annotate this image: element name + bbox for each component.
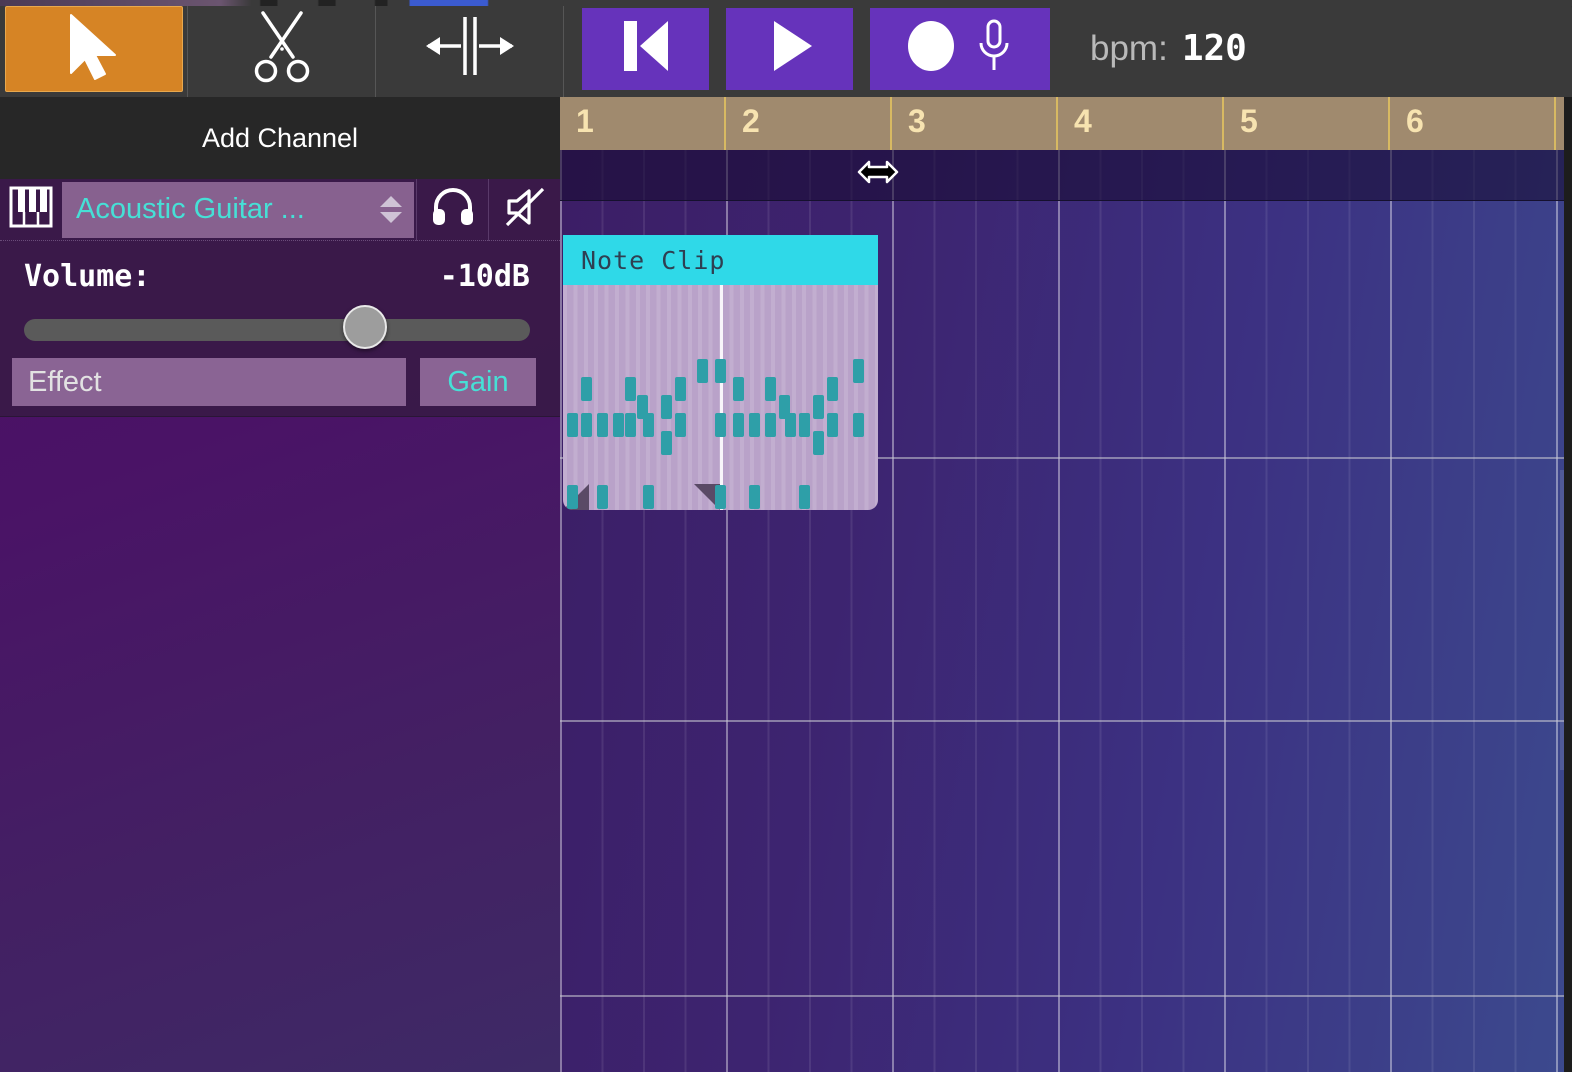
play-icon	[762, 16, 818, 81]
note-block[interactable]	[799, 413, 810, 437]
bpm-value: 120	[1181, 28, 1247, 69]
note-block[interactable]	[661, 431, 672, 455]
microphone-icon	[972, 16, 1016, 81]
volume-slider[interactable]	[0, 294, 560, 350]
toolbar: bpm: 120	[0, 0, 1572, 97]
gain-button[interactable]: Gain	[420, 358, 536, 406]
bpm-label: bpm:	[1090, 29, 1168, 68]
note-block[interactable]	[643, 413, 654, 437]
ruler-bar-5[interactable]: 5	[1224, 97, 1390, 150]
note-clip[interactable]: Note Clip	[563, 235, 878, 510]
effect-field-value: Effect	[28, 365, 102, 398]
tool-group	[0, 0, 564, 97]
note-block[interactable]	[799, 485, 810, 509]
track-divider	[560, 720, 1572, 722]
channel-strip: Acoustic Guitar ... Volume: -10dB Effect…	[0, 178, 560, 417]
note-block[interactable]	[827, 413, 838, 437]
resize-tool-button[interactable]	[376, 0, 564, 97]
instrument-select-value: Acoustic Guitar ...	[76, 193, 305, 225]
note-block[interactable]	[749, 485, 760, 509]
volume-label: Volume:	[24, 259, 151, 294]
pointer-tool-button[interactable]	[0, 0, 188, 97]
pointer-icon	[63, 11, 125, 86]
window-right-edge	[1564, 0, 1572, 1072]
note-block[interactable]	[581, 377, 592, 401]
timeline-lanes[interactable]: Note Clip	[560, 150, 1572, 1072]
note-clip-body[interactable]	[563, 285, 878, 510]
rewind-button[interactable]	[582, 7, 709, 90]
volume-value: -10dB	[439, 259, 530, 294]
ruler-bar-1[interactable]: 1	[560, 97, 726, 150]
note-block[interactable]	[749, 413, 760, 437]
ruler-bar-4[interactable]: 4	[1058, 97, 1224, 150]
mute-button[interactable]	[488, 178, 560, 241]
note-block[interactable]	[581, 413, 592, 437]
note-block[interactable]	[715, 413, 726, 437]
volume-row: Volume: -10dB	[0, 241, 560, 294]
window-chrome-peek	[0, 0, 1572, 6]
volume-slider-knob[interactable]	[342, 305, 387, 349]
note-block[interactable]	[715, 485, 726, 509]
note-block[interactable]	[733, 413, 744, 437]
note-block[interactable]	[813, 395, 824, 419]
solo-button[interactable]	[416, 178, 488, 241]
note-block[interactable]	[661, 395, 672, 419]
note-block[interactable]	[567, 485, 578, 509]
scissors-icon	[249, 9, 315, 88]
add-channel-label: Add Channel	[201, 122, 359, 153]
headphones-icon	[431, 187, 475, 232]
note-block[interactable]	[853, 413, 864, 437]
note-block[interactable]	[675, 413, 686, 437]
clip-loop-divider	[720, 285, 723, 510]
note-block[interactable]	[597, 413, 608, 437]
note-block[interactable]	[675, 377, 686, 401]
horizontal-resize-cursor	[857, 155, 899, 189]
timeline-ruler[interactable]: 1234567	[560, 97, 1572, 150]
lane-top-shade	[560, 150, 1572, 201]
play-button[interactable]	[726, 7, 853, 90]
note-block[interactable]	[827, 377, 838, 401]
note-block[interactable]	[697, 359, 708, 383]
note-block[interactable]	[597, 485, 608, 509]
piano-keys-icon	[8, 184, 54, 235]
note-block[interactable]	[853, 359, 864, 383]
instrument-select[interactable]: Acoustic Guitar ...	[62, 181, 414, 238]
gain-button-label: Gain	[447, 365, 509, 398]
ruler-bar-6[interactable]: 6	[1390, 97, 1556, 150]
ruler-bar-2[interactable]: 2	[726, 97, 892, 150]
note-block[interactable]	[765, 377, 776, 401]
volume-slider-track[interactable]	[24, 319, 530, 341]
note-block[interactable]	[813, 431, 824, 455]
daw-window: bpm: 120 Add Channel Acoustic Guitar ...…	[0, 0, 1572, 1072]
speaker-muted-icon	[503, 186, 547, 233]
instrument-type-button[interactable]	[0, 179, 62, 241]
record-icon	[904, 18, 958, 79]
note-block[interactable]	[785, 413, 796, 437]
transport-controls	[582, 7, 1050, 90]
note-clip-title: Note Clip	[581, 245, 726, 275]
bpm-display[interactable]: bpm: 120	[1090, 28, 1247, 69]
note-clip-header[interactable]: Note Clip	[563, 235, 878, 285]
stepper-arrows-icon[interactable]	[380, 196, 402, 223]
resize-icon	[422, 13, 518, 84]
note-block[interactable]	[715, 359, 726, 383]
channel-header-row: Acoustic Guitar ...	[0, 178, 560, 241]
note-block[interactable]	[765, 413, 776, 437]
effect-field[interactable]: Effect	[12, 358, 406, 406]
cut-tool-button[interactable]	[188, 0, 376, 97]
ruler-bar-3[interactable]: 3	[892, 97, 1058, 150]
timeline: 1234567 Note Clip	[560, 97, 1572, 1072]
channel-panel: Add Channel Acoustic Guitar ... Volume: …	[0, 97, 560, 1072]
note-block[interactable]	[625, 377, 636, 401]
record-button[interactable]	[870, 7, 1050, 90]
skip-to-start-icon	[614, 15, 678, 82]
note-block[interactable]	[567, 413, 578, 437]
add-channel-button[interactable]: Add Channel	[0, 97, 560, 179]
effect-row: Effect Gain	[0, 350, 560, 406]
note-block[interactable]	[625, 413, 636, 437]
note-block[interactable]	[733, 377, 744, 401]
note-block[interactable]	[613, 413, 624, 437]
track-divider	[560, 995, 1572, 997]
note-block[interactable]	[643, 485, 654, 509]
